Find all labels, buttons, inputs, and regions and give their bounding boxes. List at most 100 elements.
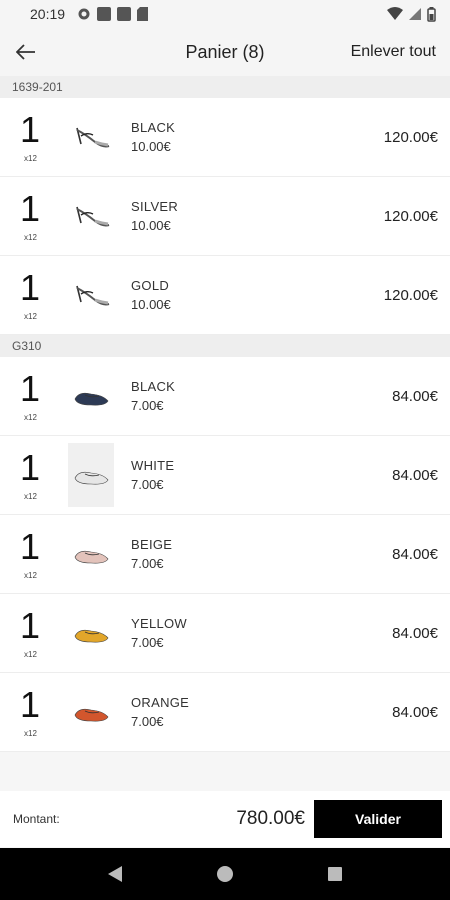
product-image [68, 366, 114, 426]
notification-icons [77, 7, 149, 21]
group-header: 1639-201 [0, 76, 450, 98]
loafer-icon [74, 629, 109, 643]
pack-multiplier: x12 [24, 570, 37, 580]
unit-price: 10.00€ [131, 139, 171, 154]
pack-multiplier: x12 [24, 311, 37, 321]
quantity[interactable]: 1 x12 [0, 515, 60, 594]
status-time: 20:19 [30, 6, 66, 22]
amount-label: Montant: [13, 812, 60, 826]
product-color: ORANGE [131, 695, 190, 710]
cart-item-row[interactable]: 1 x12 BEIGE 7.00€ 84.00€ [0, 515, 450, 594]
cart-item-row[interactable]: 1 x12 BLACK 7.00€ 84.00€ [0, 357, 450, 436]
line-total: 120.00€ [383, 207, 438, 225]
cart-item-row[interactable]: 1 x12 SILVER 10.00€ 120.00€ [0, 177, 450, 256]
quantity-value: 1 [19, 108, 41, 150]
product-info: ORANGE 7.00€ [131, 695, 392, 729]
loafer-icon [74, 708, 109, 722]
wifi-icon [387, 7, 403, 20]
product-info: BLACK 7.00€ [131, 379, 392, 413]
battery-icon [427, 6, 436, 22]
line-total: 120.00€ [383, 128, 438, 146]
nav-home-icon[interactable] [216, 865, 234, 883]
product-info: WHITE 7.00€ [131, 458, 392, 492]
system-nav-bar [0, 848, 450, 900]
unit-price: 7.00€ [131, 477, 164, 492]
notification-square-icon [97, 7, 112, 21]
line-total: 120.00€ [383, 286, 438, 304]
quantity[interactable]: 1 x12 [0, 357, 60, 436]
quantity[interactable]: 1 x12 [0, 436, 60, 515]
cart-item-row[interactable]: 1 x12 YELLOW 7.00€ 84.00€ [0, 594, 450, 673]
app-bar: Panier (8) Enlever tout [0, 28, 450, 76]
product-image [68, 443, 114, 507]
group-header: G310 [0, 335, 450, 357]
loafer-icon [74, 471, 109, 485]
quantity[interactable]: 1 x12 [0, 177, 60, 256]
line-total: 84.00€ [392, 545, 438, 563]
quantity-value: 1 [19, 604, 41, 646]
product-image [68, 107, 114, 167]
pack-multiplier: x12 [24, 649, 37, 659]
quantity[interactable]: 1 x12 [0, 98, 60, 177]
validate-button[interactable]: Valider [314, 800, 442, 838]
product-info: SILVER 10.00€ [131, 199, 384, 233]
clear-all-button[interactable]: Enlever tout [351, 43, 436, 61]
checkout-bar: Montant: 780.00€ Valider [0, 791, 450, 847]
back-button[interactable] [0, 28, 52, 76]
cart-item-row[interactable]: 1 x12 ORANGE 7.00€ 84.00€ [0, 673, 450, 752]
quantity-value: 1 [19, 187, 41, 229]
unit-price: 7.00€ [131, 556, 164, 571]
product-image [68, 524, 114, 584]
pack-multiplier: x12 [24, 232, 37, 242]
product-image [68, 186, 114, 246]
product-image [68, 603, 114, 663]
unit-price: 7.00€ [131, 635, 164, 650]
pack-multiplier: x12 [24, 491, 37, 501]
quantity-value: 1 [19, 683, 41, 725]
product-image [68, 682, 114, 742]
settings-icon [78, 8, 90, 20]
cart-item-row[interactable]: 1 x12 WHITE 7.00€ 84.00€ [0, 436, 450, 515]
nav-recents-icon[interactable] [327, 866, 343, 882]
unit-price: 7.00€ [131, 398, 164, 413]
nav-back-icon[interactable] [107, 865, 123, 883]
product-color: SILVER [131, 199, 179, 214]
quantity[interactable]: 1 x12 [0, 673, 60, 752]
pack-multiplier: x12 [24, 728, 37, 738]
cart-item-row[interactable]: 1 x12 BLACK 10.00€ 120.00€ [0, 98, 450, 177]
heel-sandal-icon [76, 285, 110, 306]
quantity-value: 1 [19, 266, 41, 308]
product-info: GOLD 10.00€ [131, 278, 384, 312]
signal-icon [409, 8, 421, 20]
loafer-icon [74, 550, 109, 564]
product-color: YELLOW [131, 616, 187, 631]
unit-price: 10.00€ [131, 218, 171, 233]
heel-sandal-icon [76, 206, 110, 227]
arrow-left-icon [16, 44, 35, 60]
quantity[interactable]: 1 x12 [0, 594, 60, 673]
heel-sandal-icon [76, 127, 110, 148]
quantity-value: 1 [19, 367, 41, 409]
notification-square-icon [117, 7, 132, 21]
product-color: BLACK [131, 379, 176, 394]
product-info: BEIGE 7.00€ [131, 537, 392, 571]
product-image [68, 265, 114, 325]
unit-price: 10.00€ [131, 297, 171, 312]
product-color: WHITE [131, 458, 175, 473]
pack-multiplier: x12 [24, 153, 37, 163]
line-total: 84.00€ [392, 466, 438, 484]
quantity-value: 1 [19, 446, 41, 488]
line-total: 84.00€ [392, 703, 438, 721]
product-info: BLACK 10.00€ [131, 120, 384, 154]
product-color: BEIGE [131, 537, 173, 552]
quantity[interactable]: 1 x12 [0, 256, 60, 335]
product-color: BLACK [131, 120, 176, 135]
product-info: YELLOW 7.00€ [131, 616, 392, 650]
status-bar: 20:19 [0, 0, 450, 28]
cart-item-row[interactable]: 1 x12 GOLD 10.00€ 120.00€ [0, 256, 450, 335]
loafer-icon [74, 392, 109, 406]
sd-card-icon [137, 7, 149, 21]
line-total: 84.00€ [392, 387, 438, 405]
pack-multiplier: x12 [24, 412, 37, 422]
quantity-value: 1 [19, 525, 41, 567]
